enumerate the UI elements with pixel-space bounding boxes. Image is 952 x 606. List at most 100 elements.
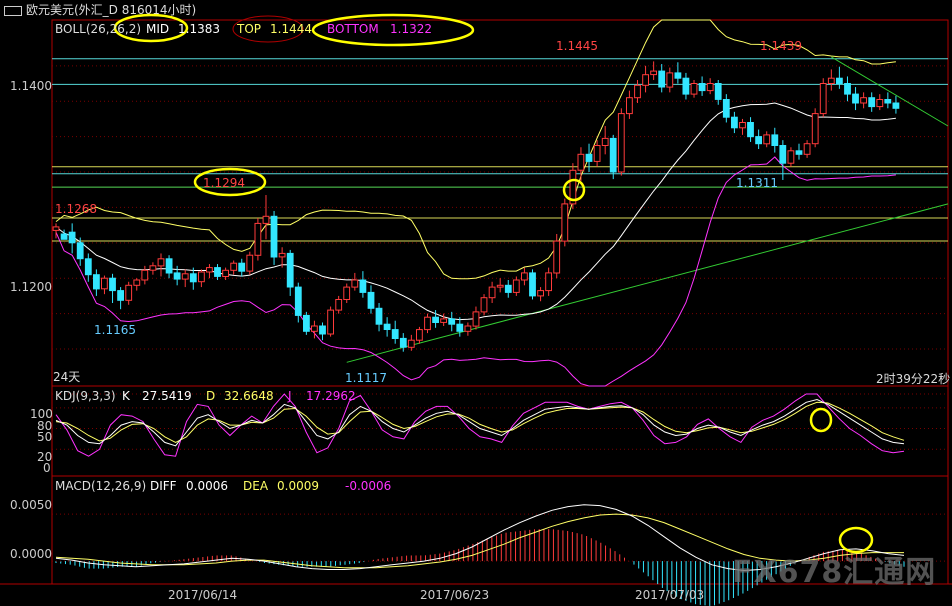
candle-body xyxy=(230,262,238,271)
candle-body xyxy=(674,72,682,79)
price-label-low: 1.1311 xyxy=(736,176,778,190)
candle-body xyxy=(706,83,714,92)
chart-canvas[interactable] xyxy=(0,0,952,606)
price-label-high: 1.1268 xyxy=(55,202,97,216)
candle-body xyxy=(456,323,464,332)
kdj-k-label: K xyxy=(122,389,130,403)
candle-body xyxy=(472,311,480,327)
candle-body xyxy=(504,284,512,293)
countdown-label: 2时39分22秒 xyxy=(876,372,951,386)
candle-body xyxy=(133,279,141,286)
y-tick-kdj: 50 xyxy=(37,430,53,444)
candle-body xyxy=(553,240,561,274)
boll-top-label: TOP xyxy=(237,22,262,36)
candle-body xyxy=(222,269,229,277)
y-tick-macd: 0.0000 xyxy=(10,547,52,561)
candle-body xyxy=(787,150,795,164)
price-label-high: 1.1445 xyxy=(556,39,598,53)
kdj-d-value: 32.6648 xyxy=(224,389,274,403)
candle-body xyxy=(424,316,431,331)
candle-body xyxy=(254,222,262,256)
macd-hist-value: -0.0006 xyxy=(345,479,392,493)
candle-body xyxy=(68,231,76,244)
candle-body xyxy=(391,329,399,340)
candle-body xyxy=(811,113,819,145)
macd-dea-label: DEA xyxy=(243,479,269,493)
candle-body xyxy=(836,77,843,84)
candle-body xyxy=(165,258,173,274)
candle-body xyxy=(795,150,803,155)
candle-body xyxy=(585,153,593,162)
candle-body xyxy=(93,274,100,290)
y-tick-kdj: 0 xyxy=(43,461,51,475)
candle-body xyxy=(141,269,149,281)
candle-body xyxy=(343,286,351,301)
boll-mid-label: MID xyxy=(146,22,170,36)
x-date-label: 2017/07/03 xyxy=(635,588,705,602)
candle-body xyxy=(488,286,496,299)
candle-body xyxy=(278,252,286,258)
price-label-high: 1.1294 xyxy=(203,176,245,190)
candle-body xyxy=(181,273,189,280)
candle-body xyxy=(658,70,666,88)
candle-body xyxy=(117,290,124,301)
candle-body xyxy=(876,99,884,108)
candle-body xyxy=(246,254,254,272)
kdj-indicator-name: KDJ(9,3,3) xyxy=(55,389,116,403)
candle-body xyxy=(416,329,423,341)
candle-body xyxy=(601,137,609,146)
candle-body xyxy=(634,84,641,99)
candle-body xyxy=(617,113,625,173)
kdj-k-value: 27.5419 xyxy=(142,389,192,403)
candle-body xyxy=(860,97,868,104)
candle-body xyxy=(206,267,213,273)
annotation-circle-kdj xyxy=(809,407,833,433)
candle-body xyxy=(803,143,811,155)
candle-body xyxy=(60,233,68,240)
candle-body xyxy=(739,122,746,129)
price-label-high: 1.1439 xyxy=(760,39,802,53)
candle-body xyxy=(303,314,310,332)
candle-body xyxy=(351,279,359,288)
candle-body xyxy=(367,291,375,309)
y-tick-main-2: 1.1200 xyxy=(10,280,52,294)
candle-body xyxy=(464,325,472,332)
candle-body xyxy=(722,99,730,118)
candle-body xyxy=(311,325,318,332)
y-tick-macd: 0.0050 xyxy=(10,498,52,512)
kdj-j-value: 17.2962 xyxy=(306,389,356,403)
candle-body xyxy=(827,77,835,84)
price-label-low: 1.1117 xyxy=(345,371,387,385)
candle-body xyxy=(763,134,771,145)
macd-diff-value: 0.0006 xyxy=(186,479,228,493)
boll-bottom-line xyxy=(55,156,896,387)
candle-body xyxy=(747,122,754,138)
candle-body xyxy=(407,339,415,348)
candle-body xyxy=(755,136,763,145)
candle-body xyxy=(440,318,448,323)
macd-indicator-name: MACD(12,26,9) xyxy=(55,479,147,493)
kdj-j-label: J xyxy=(288,389,292,403)
candle-body xyxy=(238,262,246,272)
boll-indicator-name: BOLL(26,26,2) xyxy=(55,22,142,36)
x-date-label: 2017/06/23 xyxy=(420,588,490,602)
candle-body xyxy=(109,277,116,292)
candle-body xyxy=(383,323,391,331)
candle-body xyxy=(270,215,278,258)
rising-trend-line xyxy=(346,203,949,363)
boll-bottom-label: BOTTOM xyxy=(327,22,379,36)
candle-body xyxy=(448,318,456,325)
candle-body xyxy=(125,284,133,301)
candle-body xyxy=(149,265,157,271)
candle-body xyxy=(84,258,92,276)
candle-body xyxy=(561,203,569,242)
candle-body xyxy=(545,272,553,292)
candle-body xyxy=(698,83,706,92)
boll-top-value: 1.1444 xyxy=(270,22,312,36)
watermark-logo: FX678汇通网 xyxy=(732,555,937,590)
candle-body xyxy=(432,316,440,324)
candle-body xyxy=(101,277,108,290)
y-tick-main-1: 1.1400 xyxy=(10,79,52,93)
candle-body xyxy=(335,299,343,311)
main-panel-frame xyxy=(51,19,949,387)
